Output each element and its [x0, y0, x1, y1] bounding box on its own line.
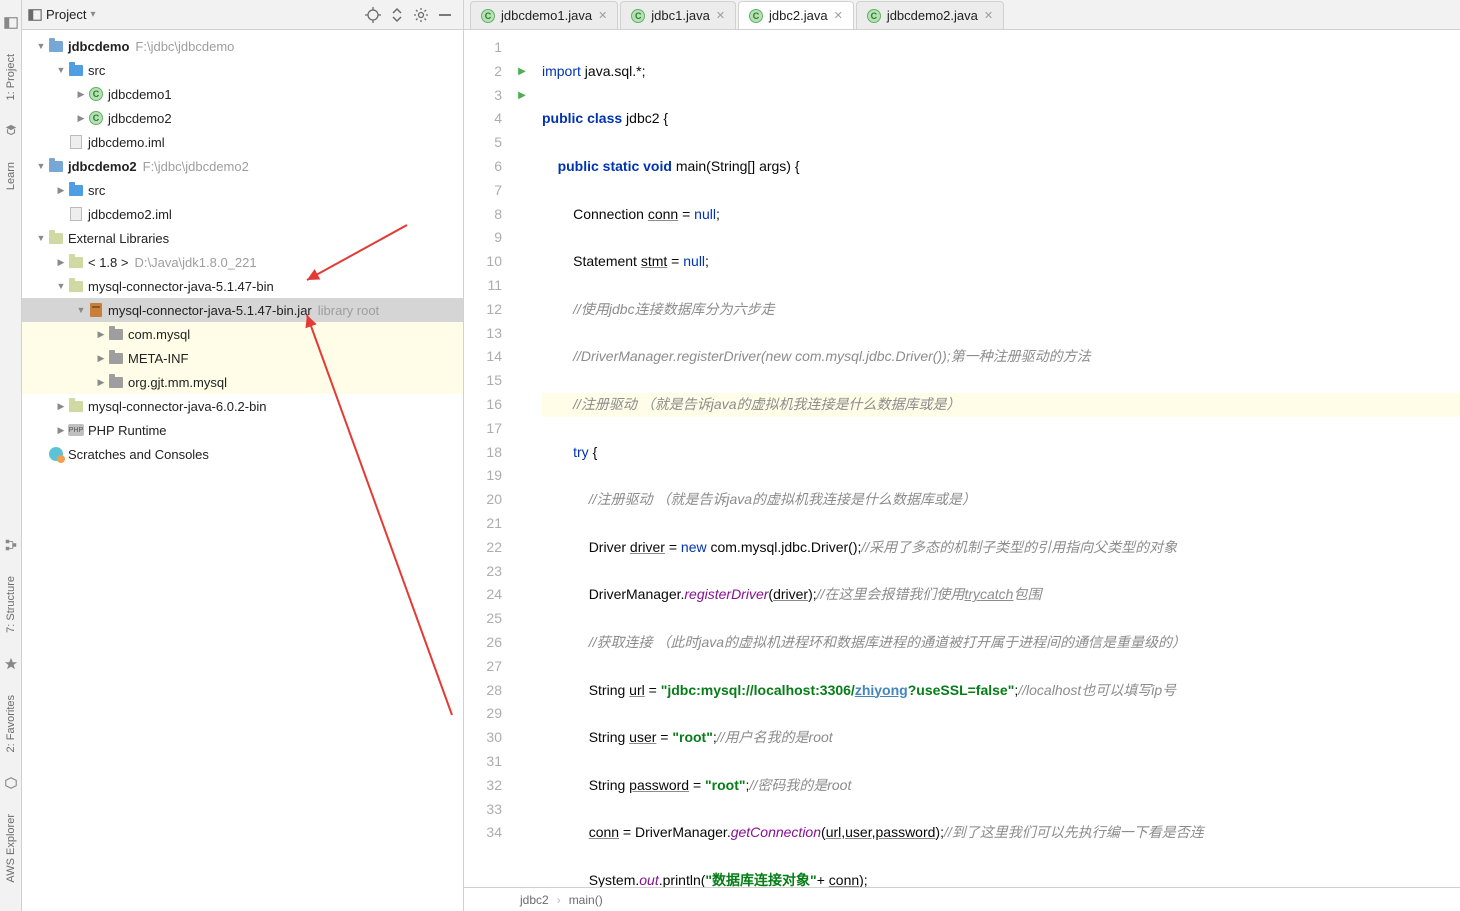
tree-class-jdbcdemo1[interactable]: ▶jdbcdemo1 — [22, 82, 463, 106]
tree-lib-mysql6[interactable]: ▶mysql-connector-java-6.0.2-bin — [22, 394, 463, 418]
favorites-tool-icon[interactable] — [4, 657, 18, 671]
gear-icon[interactable] — [413, 7, 429, 23]
tree-jdk[interactable]: ▶< 1.8 >D:\Java\jdk1.8.0_221 — [22, 250, 463, 274]
tab-jdbc2[interactable]: jdbc2.java✕ — [738, 1, 854, 29]
tree-jar-mysql5[interactable]: ▼mysql-connector-java-5.1.47-bin.jarlibr… — [22, 298, 463, 322]
learn-tool-icon[interactable] — [4, 124, 18, 138]
learn-tool-label[interactable]: Learn — [5, 162, 17, 190]
tree-php-runtime[interactable]: ▶PHP Runtime — [22, 418, 463, 442]
project-panel-header: Project ▾ — [22, 0, 463, 30]
gutter-icons: ▶▶ — [512, 30, 532, 887]
tree-external-libraries[interactable]: ▼External Libraries — [22, 226, 463, 250]
tree-module-jdbcdemo[interactable]: ▼jdbcdemoF:\jdbc\jdbcdemo — [22, 34, 463, 58]
line-number-gutter: 1234567891011121314151617181920212223242… — [464, 30, 512, 887]
tab-jdbc1[interactable]: jdbc1.java✕ — [620, 1, 736, 29]
tree-pkg-commysql[interactable]: ▶com.mysql — [22, 322, 463, 346]
tree-class-jdbcdemo2[interactable]: ▶jdbcdemo2 — [22, 106, 463, 130]
breadcrumb: jdbc2 › main() — [464, 887, 1460, 911]
breadcrumb-class[interactable]: jdbc2 — [520, 893, 549, 907]
tree-folder-src[interactable]: ▼src — [22, 58, 463, 82]
tree-scratches[interactable]: Scratches and Consoles — [22, 442, 463, 466]
project-panel: Project ▾ ▼jdbcdemoF:\jdbc\jdbcdemo ▼src… — [22, 0, 464, 911]
tree-lib-mysql5[interactable]: ▼mysql-connector-java-5.1.47-bin — [22, 274, 463, 298]
close-icon[interactable]: ✕ — [984, 9, 993, 22]
run-class-icon[interactable]: ▶ — [512, 60, 532, 84]
close-icon[interactable]: ✕ — [834, 9, 843, 22]
project-tree[interactable]: ▼jdbcdemoF:\jdbc\jdbcdemo ▼src ▶jdbcdemo… — [22, 30, 463, 911]
project-tool-label[interactable]: 1: Project — [5, 54, 17, 100]
editor-area: jdbcdemo1.java✕ jdbc1.java✕ jdbc2.java✕ … — [464, 0, 1460, 911]
tree-pkg-metainf[interactable]: ▶META-INF — [22, 346, 463, 370]
chevron-right-icon: › — [557, 893, 561, 907]
editor-tabs: jdbcdemo1.java✕ jdbc1.java✕ jdbc2.java✕ … — [464, 0, 1460, 30]
tree-file-iml2[interactable]: jdbcdemo2.iml — [22, 202, 463, 226]
tree-file-iml[interactable]: jdbcdemo.iml — [22, 130, 463, 154]
project-tool-icon[interactable] — [4, 16, 18, 30]
tree-pkg-orggjtmmmysql[interactable]: ▶org.gjt.mm.mysql — [22, 370, 463, 394]
tab-jdbcdemo2[interactable]: jdbcdemo2.java✕ — [856, 1, 1004, 29]
expand-all-icon[interactable] — [389, 7, 405, 23]
breadcrumb-method[interactable]: main() — [569, 893, 603, 907]
project-header-icon — [28, 8, 42, 22]
locate-icon[interactable] — [365, 7, 381, 23]
left-tool-strip: 1: Project Learn 7: Structure 2: Favorit… — [0, 0, 22, 911]
close-icon[interactable]: ✕ — [716, 9, 725, 22]
close-icon[interactable]: ✕ — [598, 9, 607, 22]
code-editor[interactable]: 1234567891011121314151617181920212223242… — [464, 30, 1460, 887]
code-content[interactable]: import java.sql.*; public class jdbc2 { … — [532, 30, 1460, 887]
project-view-chevron-icon[interactable]: ▾ — [90, 9, 95, 20]
favorites-tool-label[interactable]: 2: Favorites — [5, 695, 17, 752]
structure-tool-icon[interactable] — [4, 538, 18, 552]
hide-panel-icon[interactable] — [437, 7, 453, 23]
run-main-icon[interactable]: ▶ — [512, 84, 532, 108]
aws-tool-icon[interactable] — [4, 776, 18, 790]
structure-tool-label[interactable]: 7: Structure — [5, 576, 17, 633]
tab-jdbcdemo1[interactable]: jdbcdemo1.java✕ — [470, 1, 618, 29]
tree-folder-src2[interactable]: ▶src — [22, 178, 463, 202]
tree-module-jdbcdemo2[interactable]: ▼jdbcdemo2F:\jdbc\jdbcdemo2 — [22, 154, 463, 178]
aws-tool-label[interactable]: AWS Explorer — [5, 814, 17, 883]
project-header-label: Project — [46, 7, 86, 22]
